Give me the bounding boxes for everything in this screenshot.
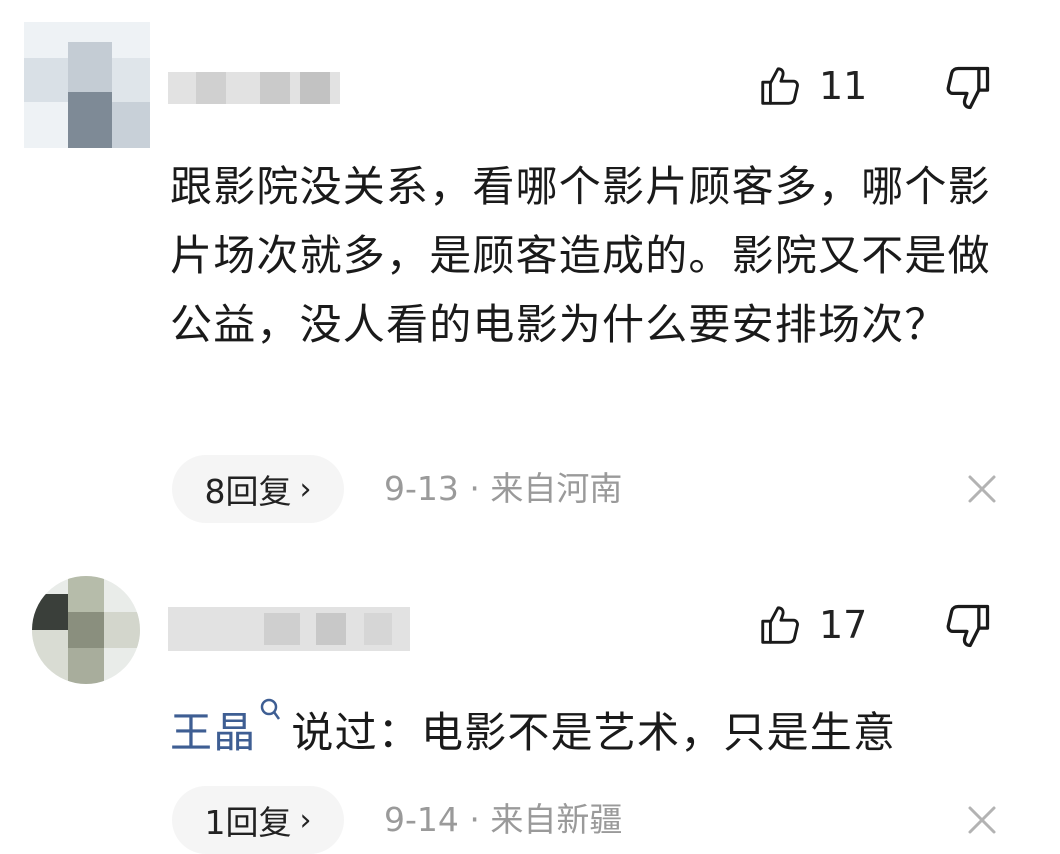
replies-button[interactable]: 1回复 › — [172, 786, 344, 854]
thumb-up-icon — [761, 606, 799, 644]
dislike-button[interactable] — [942, 62, 994, 114]
comment-footer: 8回复 › 9-13 · 来自河南 — [172, 455, 1002, 523]
avatar[interactable] — [24, 22, 150, 148]
comment-meta: 9-13 · 来自河南 — [384, 469, 623, 508]
thumb-up-icon — [761, 67, 799, 105]
search-icon — [261, 698, 281, 720]
like-count: 17 — [819, 603, 868, 647]
username-blurred[interactable] — [168, 66, 340, 118]
thumb-down-icon — [946, 66, 990, 110]
replies-label: 1回复 — [204, 803, 292, 842]
chevron-right-icon: › — [299, 802, 312, 838]
comment-item: 17 王晶 说过：电影不是艺术，只是生意 1回复 › 9-14 · 来自新疆 — [0, 540, 1060, 854]
chevron-right-icon: › — [299, 471, 312, 507]
comment-text-rest: 说过：电影不是艺术，只是生意 — [291, 708, 897, 757]
like-button[interactable]: 17 — [757, 597, 907, 653]
username-blurred[interactable] — [168, 603, 410, 655]
comment-meta: 9-14 · 来自新疆 — [384, 800, 623, 839]
comment-text: 跟影院没关系，看哪个影片顾客多，哪个影片场次就多，是顾客造成的。影院又不是做公益… — [170, 162, 991, 349]
comment-item: 11 跟影院没关系，看哪个影片顾客多，哪个影片场次就多，是顾客造成的。影院又不是… — [0, 0, 1060, 540]
avatar[interactable] — [32, 576, 140, 684]
like-count: 11 — [819, 64, 868, 108]
thumb-down-icon — [946, 604, 990, 648]
comment-footer: 1回复 › 9-14 · 来自新疆 — [172, 786, 1002, 854]
replies-button[interactable]: 8回复 › — [172, 455, 344, 523]
mention-link[interactable]: 王晶 — [170, 708, 256, 757]
close-icon[interactable] — [962, 800, 1002, 840]
dislike-button[interactable] — [942, 600, 994, 652]
close-icon[interactable] — [962, 469, 1002, 509]
replies-label: 8回复 — [204, 472, 292, 511]
comment-text: 王晶 说过：电影不是艺术，只是生意 — [170, 697, 1000, 767]
like-button[interactable]: 11 — [757, 58, 907, 114]
